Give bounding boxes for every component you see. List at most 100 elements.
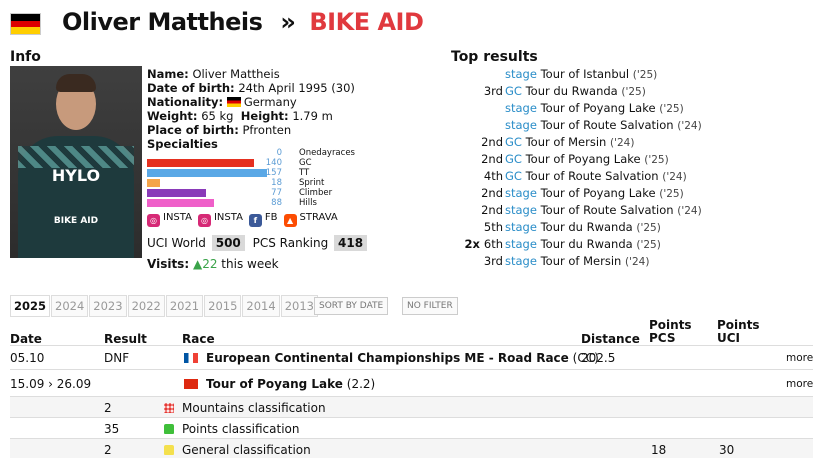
top-result-kind[interactable]: GC: [505, 135, 522, 149]
specialty-value: 77: [271, 188, 282, 198]
top-result-race[interactable]: Tour of Istanbul: [541, 67, 630, 81]
top-result-race[interactable]: Tour of Mersin: [541, 254, 622, 268]
top-result-rank: 2nd: [481, 203, 503, 217]
top-result-kind[interactable]: stage: [505, 186, 537, 200]
up-arrow-icon: ▲: [192, 257, 203, 271]
table-row-background: [10, 418, 813, 438]
specialty-row: 0 Onedayraces: [147, 148, 355, 158]
top-result-year: ('24): [677, 205, 702, 217]
top-result-race[interactable]: Tour of Poyang Lake: [541, 186, 656, 200]
top-result-position: 3rd: [484, 253, 503, 270]
top-result-kind[interactable]: stage: [505, 203, 537, 217]
top-result-item: stage Tour of Route Salvation ('24): [451, 117, 801, 134]
row-result: 2: [104, 401, 112, 415]
height-label: Height:: [240, 109, 289, 123]
visits-count: 22: [202, 257, 218, 271]
specialty-bar: [147, 179, 161, 187]
top-result-kind[interactable]: stage: [505, 118, 537, 132]
team-link[interactable]: BIKE AID: [309, 8, 424, 36]
classification-link[interactable]: Points classification: [182, 422, 299, 436]
top-result-race[interactable]: Tour du Rwanda: [541, 237, 633, 251]
tab-season-2022[interactable]: 2022: [127, 295, 165, 317]
top-result-item: stage Tour of Istanbul ('25): [451, 66, 801, 83]
top-result-kind[interactable]: stage: [505, 254, 537, 268]
tab-season-2014[interactable]: 2014: [242, 295, 280, 317]
pcs-ranking-value[interactable]: 418: [334, 235, 368, 251]
specialty-value: 157: [265, 168, 282, 178]
row-divider: [10, 369, 813, 370]
top-result-kind[interactable]: GC: [505, 152, 522, 166]
nationality-value[interactable]: Germany: [244, 95, 297, 109]
top-result-text: GC Tour of Poyang Lake ('25): [505, 151, 669, 169]
top-result-rank: 3rd: [483, 84, 503, 98]
classification-link[interactable]: General classification: [182, 443, 311, 457]
top-result-rank: 5th: [483, 220, 503, 234]
instagram-icon: ◎: [147, 214, 160, 227]
more-link[interactable]: more: [786, 378, 813, 390]
top-result-race[interactable]: Tour du Rwanda: [526, 84, 618, 98]
rider-name: Oliver Mattheis: [62, 8, 263, 36]
top-result-race[interactable]: Tour of Poyang Lake: [541, 101, 656, 115]
row-date: 15.09 › 26.09: [10, 377, 92, 391]
top-result-text: stage Tour of Istanbul ('25): [505, 66, 657, 84]
social-link-insta[interactable]: ◎ INSTA: [147, 212, 192, 227]
specialty-row: 157 TT: [147, 168, 332, 178]
pcs-ranking-label: PCS Ranking: [252, 236, 329, 250]
top-result-position: 2nd: [481, 185, 503, 202]
row-result: DNF: [104, 351, 130, 365]
dob-value: 24th April 1995 (30): [238, 81, 355, 95]
row-points-uci: 30: [719, 443, 735, 457]
social-link-insta[interactable]: ◎ INSTA: [197, 212, 243, 227]
top-result-kind[interactable]: stage: [505, 237, 537, 251]
germany-flag-icon: [226, 97, 241, 107]
tab-season-2021[interactable]: 2021: [165, 295, 204, 317]
social-link-strava[interactable]: ▲ STRAVA: [283, 212, 338, 227]
social-link-fb[interactable]: f FB: [248, 212, 278, 227]
top-result-kind[interactable]: stage: [505, 67, 537, 81]
specialty-row: 77 Climber: [147, 188, 332, 198]
top-result-position: 5th: [484, 219, 503, 236]
top-result-item: 5th stage Tour du Rwanda ('25): [451, 219, 801, 236]
specialty-row: 140 GC: [147, 158, 332, 168]
top-result-item: 3rd stage Tour of Mersin ('24): [451, 253, 801, 270]
top-result-text: stage Tour du Rwanda ('25): [505, 236, 661, 254]
top-result-text: stage Tour of Route Salvation ('24): [505, 117, 702, 135]
race-link[interactable]: European Continental Championships ME - …: [206, 351, 569, 365]
table-row-background: [10, 439, 813, 458]
visits-suffix: this week: [221, 257, 279, 271]
top-result-year: ('25): [659, 188, 684, 200]
tab-season-2025[interactable]: 2025: [10, 295, 51, 317]
name-value: Oliver Mattheis: [192, 67, 280, 81]
top-result-race[interactable]: Tour of Poyang Lake: [526, 152, 641, 166]
race-class: (2.2): [346, 377, 376, 391]
tab-season-2024[interactable]: 2024: [51, 295, 89, 317]
top-result-year: ('25): [621, 86, 646, 98]
sort-by-date-button[interactable]: SORT BY DATE: [314, 297, 389, 315]
race-link[interactable]: Tour of Poyang Lake: [206, 377, 343, 391]
top-result-text: stage Tour of Poyang Lake ('25): [505, 100, 684, 118]
top-result-race[interactable]: Tour of Route Salvation: [541, 203, 674, 217]
top-result-position: 2nd: [481, 202, 503, 219]
top-result-race[interactable]: Tour of Route Salvation: [541, 118, 674, 132]
top-result-text: stage Tour of Mersin ('24): [505, 253, 649, 271]
top-result-item: 2x 6th stage Tour du Rwanda ('25): [451, 236, 801, 253]
top-result-text: GC Tour of Route Salvation ('24): [505, 168, 687, 186]
top-result-item: 2nd stage Tour of Route Salvation ('24): [451, 202, 801, 219]
top-result-kind[interactable]: GC: [505, 84, 522, 98]
rider-info: Name: Oliver Mattheis Date of birth: 24t…: [147, 67, 355, 151]
top-result-kind[interactable]: GC: [505, 169, 522, 183]
top-result-race[interactable]: Tour of Mersin: [526, 135, 607, 149]
top-result-text: stage Tour of Route Salvation ('24): [505, 202, 702, 220]
top-result-race[interactable]: Tour of Route Salvation: [526, 169, 659, 183]
top-result-race[interactable]: Tour du Rwanda: [541, 220, 633, 234]
top-result-kind[interactable]: stage: [505, 101, 537, 115]
more-link[interactable]: more: [786, 352, 813, 364]
tab-season-2015[interactable]: 2015: [204, 295, 242, 317]
tab-season-2013[interactable]: 2013: [280, 295, 318, 317]
uci-ranking-value[interactable]: 500: [211, 235, 245, 251]
tab-season-2023[interactable]: 2023: [89, 295, 127, 317]
nationality-label: Nationality:: [147, 95, 224, 109]
no-filter-button[interactable]: NO FILTER: [402, 297, 458, 315]
classification-link[interactable]: Mountains classification: [182, 401, 326, 415]
top-result-kind[interactable]: stage: [505, 220, 537, 234]
